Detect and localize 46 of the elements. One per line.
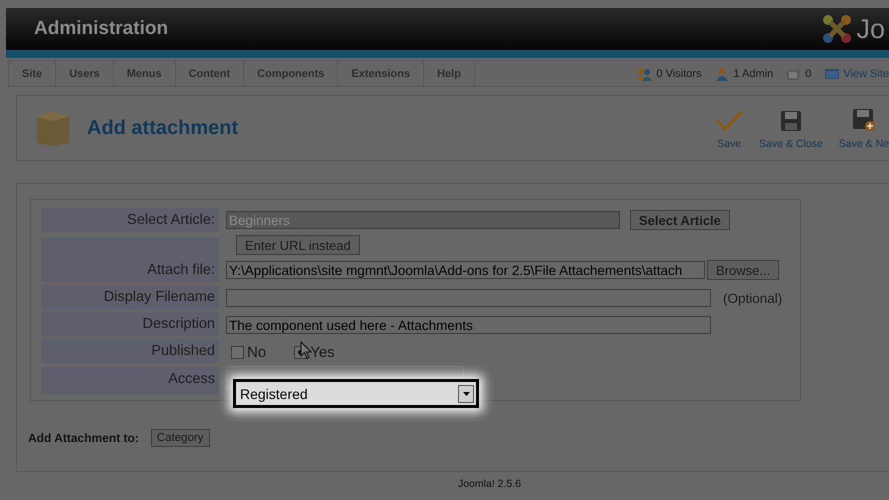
enter-url-button[interactable]: Enter URL instead [236, 235, 360, 255]
checkmark-icon [715, 108, 744, 132]
field-label: Published [41, 339, 219, 363]
file-path-field[interactable]: Y:\Applications\site mgmnt\Joomla\Add-ons for 2.5\File Attachements\attach [226, 261, 705, 279]
add-attachment-label: Add Attachment to: [28, 431, 139, 445]
filename-field[interactable] [226, 289, 711, 307]
users-icon [636, 66, 652, 80]
menu-item[interactable]: Extensions [338, 61, 424, 86]
caret-icon [462, 392, 470, 396]
save-button[interactable]: Save [707, 106, 752, 150]
field-label: Attach file: [41, 238, 219, 282]
field-label: Display Filename [41, 285, 219, 309]
save-new-button[interactable]: Save & Ne [830, 106, 889, 150]
floppy-disk-plus-icon [852, 108, 876, 132]
menu-item[interactable]: Menus [114, 61, 176, 86]
menu-item[interactable]: Components [244, 61, 338, 86]
category-button[interactable]: Category [150, 429, 210, 447]
menu-item[interactable]: Users [56, 61, 114, 86]
description-field[interactable]: The component used here - Attachments [226, 316, 711, 334]
version-text: Joomla! 2.5.6 [458, 478, 522, 490]
cursor-icon [300, 341, 312, 360]
field-label: Description [41, 312, 219, 336]
field-label: Select Article: [41, 208, 219, 232]
radio-label: No [247, 344, 266, 361]
mail-icon [787, 68, 802, 80]
menu-item[interactable]: Help [424, 61, 475, 86]
radio-button[interactable] [231, 346, 244, 359]
page-title: Add attachment [87, 116, 238, 140]
status-text: 0 Visitors [656, 68, 702, 80]
logo-text: Jo [856, 16, 885, 42]
app-title: Administration [34, 18, 168, 40]
field-label: Access [41, 367, 219, 394]
menu-item[interactable]: Site [9, 61, 56, 86]
status-text: 0 [805, 68, 812, 80]
status-text: 1 Admin [733, 68, 774, 80]
browse-button[interactable]: Browse... [707, 260, 780, 280]
select-article-button[interactable]: Select Article [630, 210, 730, 230]
box-icon [35, 109, 71, 147]
save-close-button[interactable]: Save & Close [751, 106, 831, 150]
user-icon [715, 66, 730, 80]
view-site-link[interactable]: View Site [843, 68, 889, 80]
access-dropdown[interactable]: Registered [233, 379, 479, 408]
monitor-icon [825, 68, 840, 78]
radio-label: Yes [310, 344, 335, 361]
optional-note: (Optional) [723, 290, 782, 306]
logo-icon [821, 13, 854, 45]
